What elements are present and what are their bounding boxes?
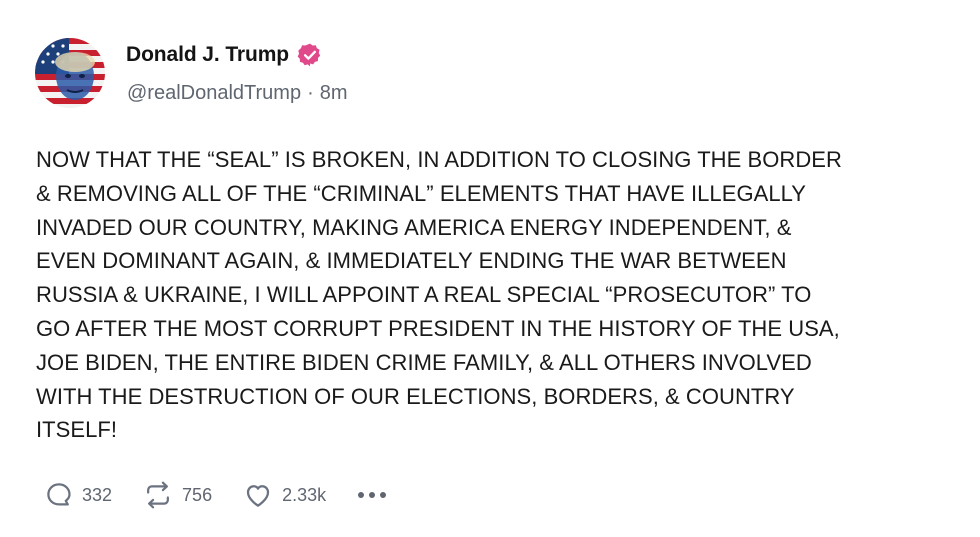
post-actions-bar: 332 756 2.33k xyxy=(44,478,387,512)
post-card: Donald J. Trump @realDonaldTrump · 8m NO… xyxy=(0,0,980,537)
reply-button[interactable]: 332 xyxy=(44,480,112,510)
meta-separator: · xyxy=(307,82,314,104)
author-meta-row: @realDonaldTrump · 8m xyxy=(127,82,348,105)
avatar[interactable] xyxy=(35,38,105,108)
author-name-row: Donald J. Trump xyxy=(126,42,323,68)
heart-icon xyxy=(242,480,274,510)
like-button[interactable]: 2.33k xyxy=(242,480,326,510)
post-body-text: NOW THAT THE “SEAL” IS BROKEN, IN ADDITI… xyxy=(36,147,842,443)
reply-icon xyxy=(44,480,74,510)
verified-badge-icon xyxy=(297,42,323,68)
reply-count: 332 xyxy=(82,484,113,505)
post-timestamp[interactable]: 8m xyxy=(320,82,348,105)
repost-icon xyxy=(142,480,174,510)
like-count: 2.33k xyxy=(282,484,327,505)
repost-button[interactable]: 756 xyxy=(142,480,212,510)
more-options-button[interactable] xyxy=(358,492,387,498)
author-handle[interactable]: @realDonaldTrump xyxy=(127,82,301,105)
avatar-image xyxy=(35,38,105,108)
repost-count: 756 xyxy=(182,484,213,505)
more-icon xyxy=(358,492,387,498)
author-display-name[interactable]: Donald J. Trump xyxy=(126,43,289,67)
